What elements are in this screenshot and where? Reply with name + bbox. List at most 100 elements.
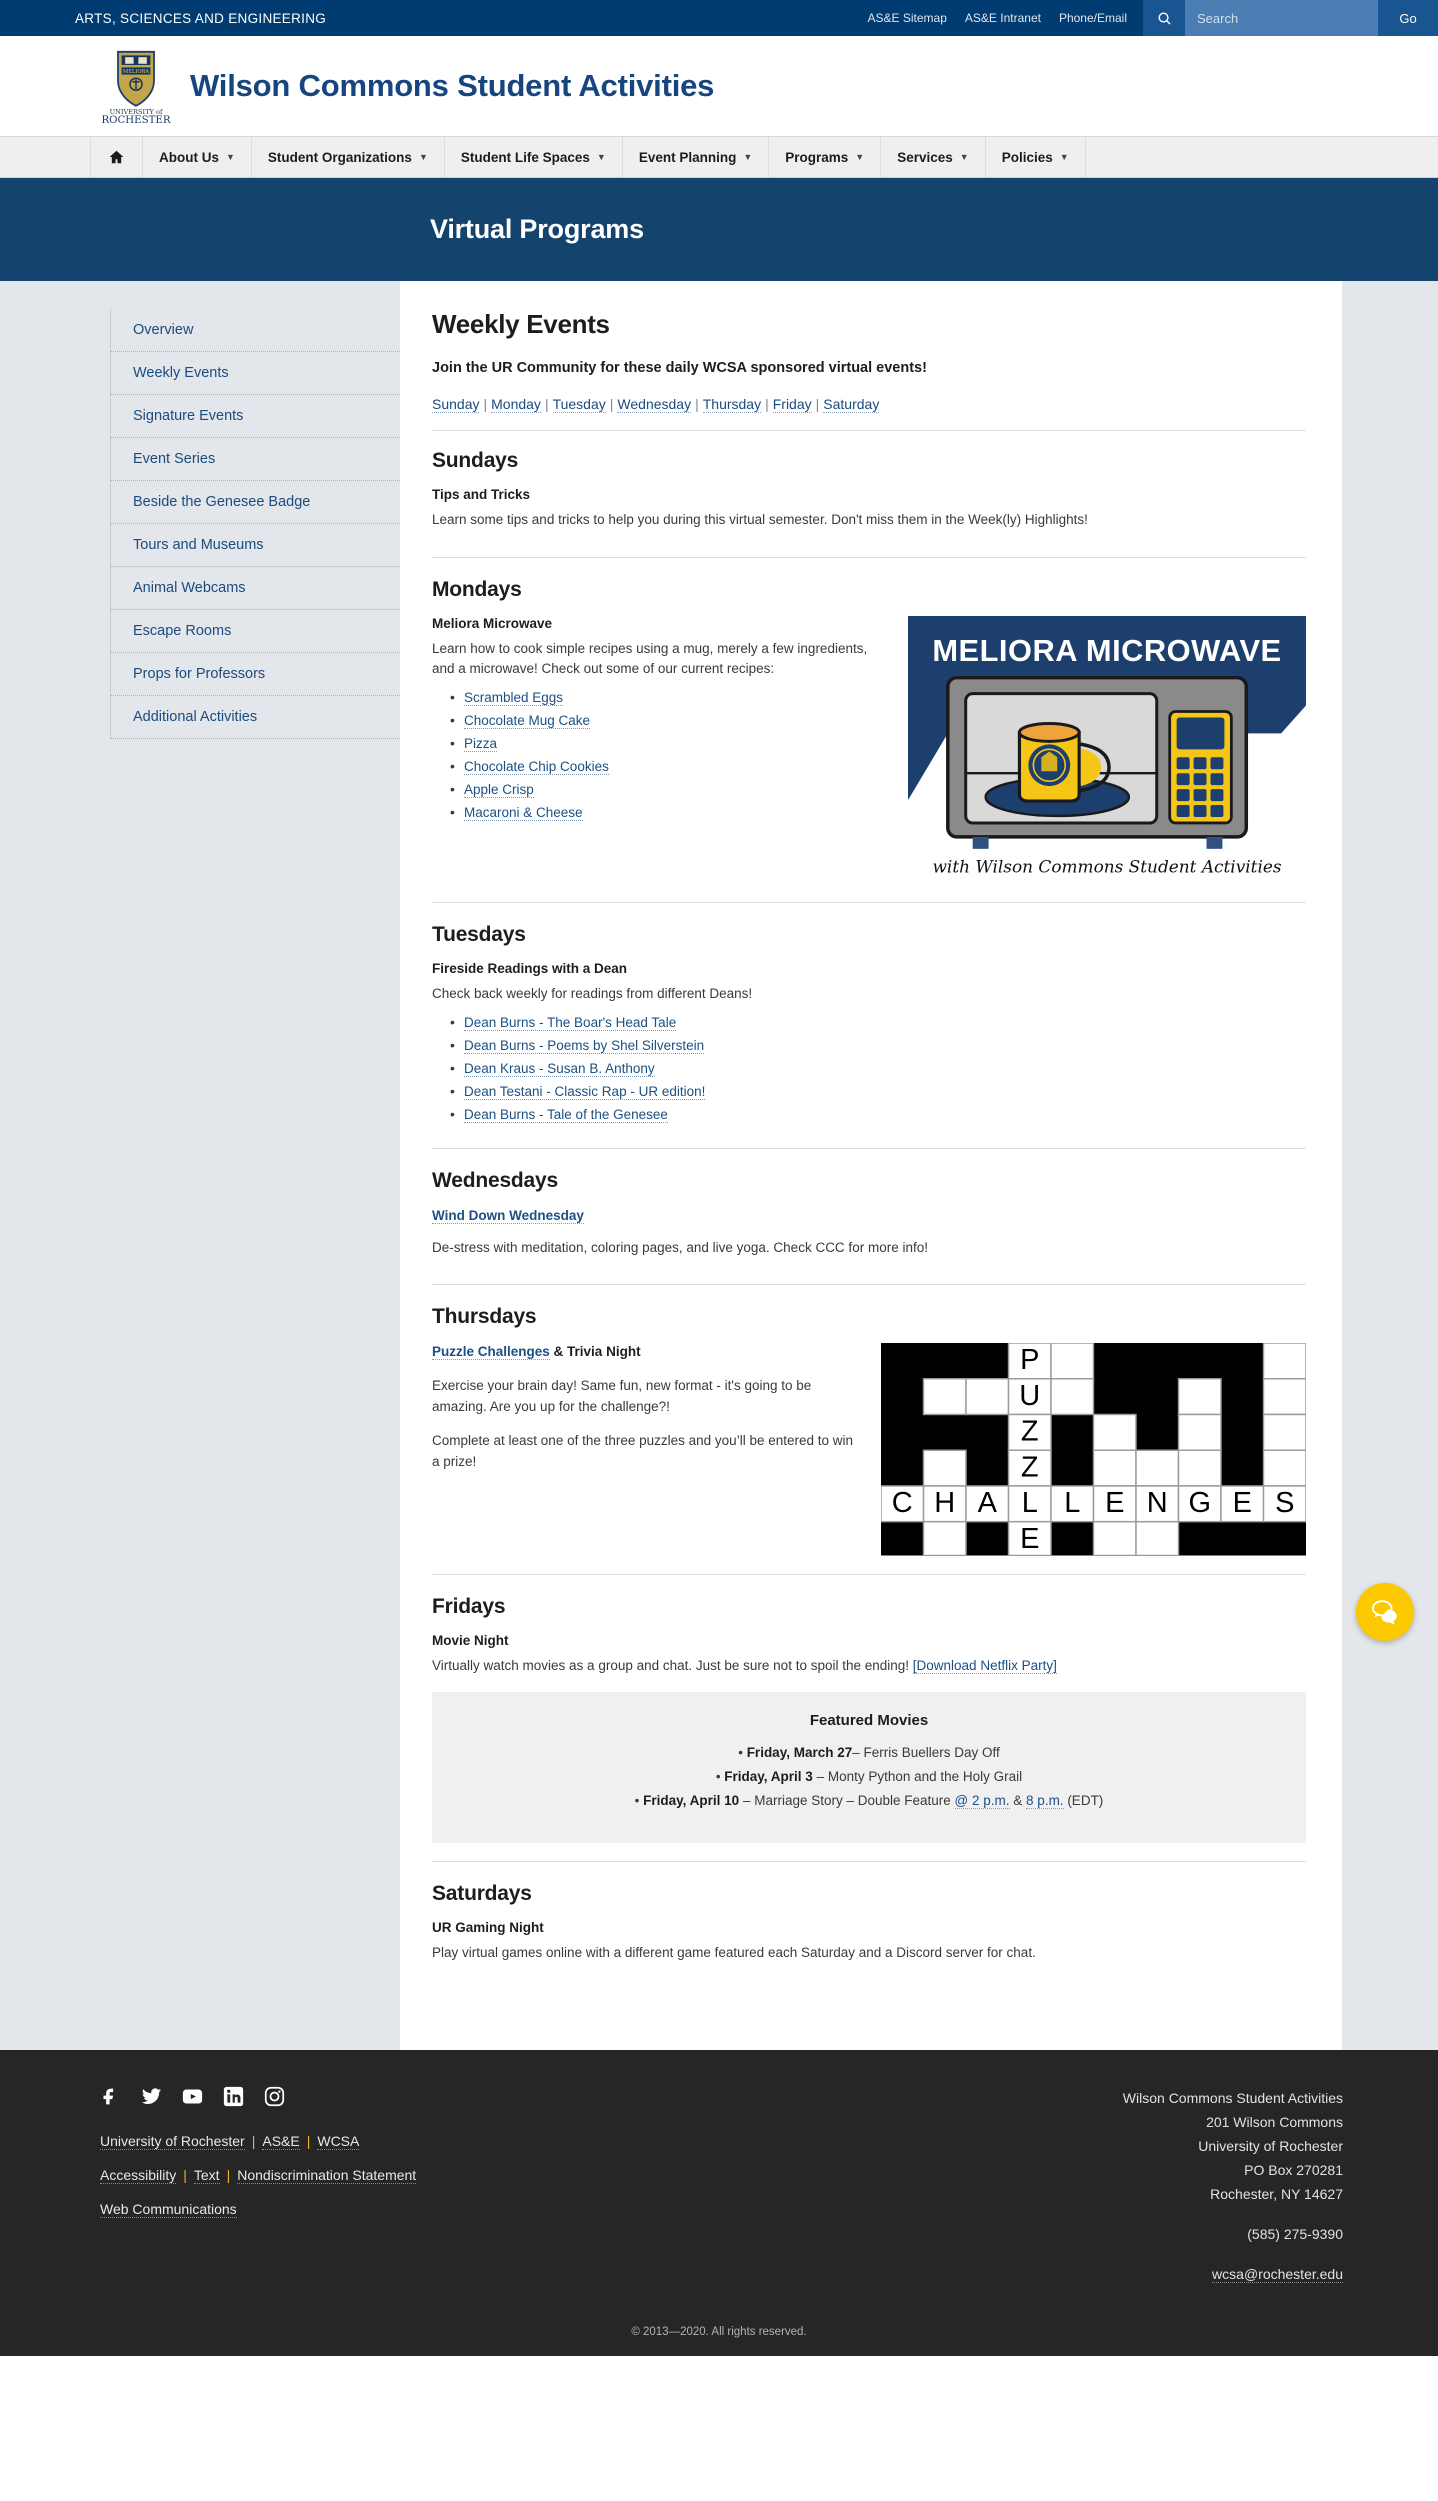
recipe-link-macaroni-and-cheese[interactable]: Macaroni & Cheese	[464, 804, 583, 821]
content-lead: Join the UR Community for these daily WC…	[432, 360, 927, 376]
tuesdays-body: Check back weekly for readings from diff…	[432, 986, 753, 1002]
facebook-icon[interactable]	[100, 2086, 121, 2107]
nav-item-services[interactable]: Services ▼	[881, 137, 986, 177]
list-item: Dean Testani - Classic Rap - UR edition!	[450, 1083, 1306, 1100]
featured-movies-list: Friday, March 27– Ferris Buellers Day Of…	[456, 1745, 1282, 1810]
showtime-link-8pm[interactable]: 8 p.m.	[1026, 1793, 1064, 1810]
svg-text:N: N	[1147, 1487, 1168, 1519]
instagram-icon[interactable]	[264, 2086, 285, 2107]
link-phone-email[interactable]: Phone/Email	[1059, 11, 1127, 25]
reading-link-boars-head-tale[interactable]: Dean Burns - The Boar's Head Tale	[464, 1014, 677, 1031]
nav-item-student-life-spaces[interactable]: Student Life Spaces ▼	[445, 137, 623, 177]
home-icon	[109, 150, 124, 164]
search-icon[interactable]	[1143, 0, 1185, 36]
page-body: Overview Weekly Events Signature Events …	[0, 281, 1438, 2050]
section-thursdays: Thursdays Puzzle Challenges & Trivia Nig…	[432, 1305, 1306, 1575]
nav-item-event-planning[interactable]: Event Planning ▼	[623, 137, 770, 177]
link-ase-intranet[interactable]: AS&E Intranet	[965, 11, 1041, 25]
list-item: Friday, April 10 – Marriage Story – Doub…	[456, 1793, 1282, 1810]
footer-link-ase[interactable]: AS&E	[262, 2132, 300, 2150]
netflix-party-link[interactable]: [Download Netflix Party]	[912, 1657, 1057, 1674]
footer-email-link[interactable]: wcsa@rochester.edu	[1212, 2266, 1343, 2284]
sidebar-item-escape-rooms[interactable]: Escape Rooms	[110, 610, 400, 653]
masthead: MELIORA UNIVERSITY of ROCHESTER Wilson C…	[0, 36, 1438, 136]
right-rail	[1342, 281, 1438, 2050]
puzzle-challenges-graphic: P U Z Z L E CHA LEN GES	[881, 1343, 1306, 1556]
showtime-separator: &	[1009, 1793, 1027, 1809]
svg-text:Z: Z	[1021, 1416, 1039, 1448]
address-line-org: Wilson Commons Student Activities	[1122, 2089, 1343, 2106]
sidebar-item-props-for-professors[interactable]: Props for Professors	[110, 653, 400, 696]
sidebar-item-tours-and-museums[interactable]: Tours and Museums	[110, 524, 400, 567]
footer-link-nondiscrimination-statement[interactable]: Nondiscrimination Statement	[237, 2166, 417, 2184]
nav-item-programs[interactable]: Programs ▼	[769, 137, 882, 177]
fridays-body: Virtually watch movies as a group and ch…	[432, 1656, 1306, 1677]
meliora-microwave-graphic: MELIORA MICROWAVE with Wilson Commons St…	[908, 615, 1306, 885]
chat-widget-button[interactable]	[1356, 1583, 1414, 1641]
list-item: Chocolate Mug Cake	[450, 712, 886, 729]
sundays-body: Learn some tips and tricks to help you d…	[432, 512, 1088, 527]
movie-date: Friday, March 27	[746, 1745, 853, 1761]
footer-link-wcsa[interactable]: WCSA	[317, 2132, 360, 2150]
chat-bubble-icon	[1371, 1600, 1397, 1625]
recipe-link-chocolate-mug-cake[interactable]: Chocolate Mug Cake	[464, 712, 591, 729]
reading-link-susan-b-anthony[interactable]: Dean Kraus - Susan B. Anthony	[464, 1060, 655, 1077]
thursdays-body-2: Complete at least one of the three puzzl…	[432, 1433, 854, 1469]
movie-date: Friday, April 10	[643, 1793, 740, 1809]
linkedin-icon[interactable]	[223, 2086, 244, 2107]
wind-down-wednesday-link[interactable]: Wind Down Wednesday	[432, 1208, 584, 1224]
day-link-thursday[interactable]: Thursday	[702, 396, 762, 413]
main-navigation: About Us ▼ Student Organizations ▼ Stude…	[0, 136, 1438, 178]
sidebar-item-signature-events[interactable]: Signature Events	[110, 395, 400, 438]
site-title[interactable]: Wilson Commons Student Activities	[190, 68, 714, 104]
footer-link-text[interactable]: Text	[193, 2166, 220, 2184]
footer-link-accessibility[interactable]: Accessibility	[100, 2166, 177, 2184]
recipe-link-pizza[interactable]: Pizza	[464, 735, 498, 752]
site-footer: University of Rochester | AS&E | WCSA Access…	[0, 2049, 1438, 2357]
svg-text:E: E	[1020, 1523, 1039, 1555]
nav-item-home[interactable]	[90, 137, 143, 177]
day-link-sunday[interactable]: Sunday	[432, 396, 480, 413]
day-link-tuesday[interactable]: Tuesday	[552, 396, 606, 413]
sidebar-item-event-series[interactable]: Event Series	[110, 438, 400, 481]
sidebar-item-overview[interactable]: Overview	[110, 309, 400, 352]
puzzle-challenges-link[interactable]: Puzzle Challenges	[432, 1344, 550, 1361]
sidebar-item-beside-the-genesee-badge[interactable]: Beside the Genesee Badge	[110, 481, 400, 524]
section-sidebar: Overview Weekly Events Signature Events …	[90, 281, 400, 2050]
sidebar-item-additional-activities[interactable]: Additional Activities	[110, 696, 400, 739]
day-link-monday[interactable]: Monday	[491, 396, 541, 413]
sundays-subtitle: Tips and Tricks	[432, 487, 531, 502]
youtube-icon[interactable]	[182, 2086, 203, 2107]
chevron-down-icon: ▼	[959, 151, 969, 162]
left-rail	[0, 281, 90, 2050]
search-go-button[interactable]: Go	[1378, 0, 1438, 36]
reading-link-classic-rap[interactable]: Dean Testani - Classic Rap - UR edition!	[464, 1083, 706, 1100]
recipe-link-chocolate-chip-cookies[interactable]: Chocolate Chip Cookies	[464, 758, 609, 775]
footer-link-web-communications[interactable]: Web Communications	[100, 2200, 237, 2218]
reading-link-tale-of-the-genesee[interactable]: Dean Burns - Tale of the Genesee	[464, 1106, 668, 1123]
svg-text:U: U	[1019, 1380, 1040, 1412]
recipe-link-scrambled-eggs[interactable]: Scrambled Eggs	[464, 689, 564, 706]
graphic-caption: with Wilson Commons Student Activities	[932, 856, 1281, 876]
recipe-link-apple-crisp[interactable]: Apple Crisp	[464, 781, 534, 798]
twitter-icon[interactable]	[141, 2086, 162, 2107]
link-ase-sitemap[interactable]: AS&E Sitemap	[868, 11, 947, 25]
footer-link-university-of-rochester[interactable]: University of Rochester	[100, 2132, 245, 2150]
reading-link-shel-silverstein[interactable]: Dean Burns - Poems by Shel Silverstein	[464, 1037, 705, 1054]
featured-movies-title: Featured Movies	[809, 1712, 929, 1730]
sidebar-item-animal-webcams[interactable]: Animal Webcams	[110, 567, 400, 610]
top-utility-bar: ARTS, SCIENCES AND ENGINEERING AS&E Site…	[0, 0, 1438, 36]
day-link-friday[interactable]: Friday	[772, 396, 812, 413]
day-link-wednesday[interactable]: Wednesday	[617, 396, 692, 413]
search-input[interactable]	[1185, 0, 1378, 36]
footer-phone: (585) 275-9390	[1247, 2226, 1343, 2243]
svg-text:E: E	[1105, 1487, 1124, 1519]
nav-item-student-organizations[interactable]: Student Organizations ▼	[252, 137, 445, 177]
nav-item-policies[interactable]: Policies ▼	[986, 137, 1086, 177]
nav-item-about-us[interactable]: About Us ▼	[143, 137, 252, 177]
university-of-rochester-logo[interactable]: MELIORA UNIVERSITY of ROCHESTER	[100, 47, 172, 125]
list-item: Pizza	[450, 735, 886, 752]
showtime-link-2pm[interactable]: @ 2 p.m.	[954, 1793, 1010, 1810]
sidebar-item-weekly-events[interactable]: Weekly Events	[110, 352, 400, 395]
day-link-saturday[interactable]: Saturday	[823, 396, 880, 413]
